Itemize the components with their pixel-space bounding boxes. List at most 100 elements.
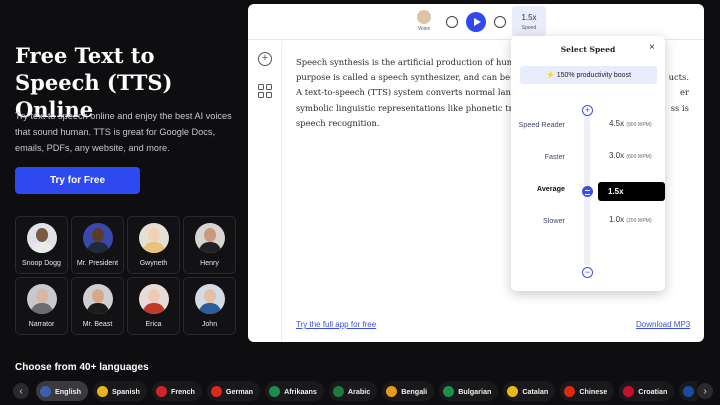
voice-name: Snoop Dogg <box>22 260 61 267</box>
speed-label: Speed <box>521 25 537 31</box>
selected-speed-value: 1.5x <box>598 182 665 201</box>
language-carousel: ‹ English Spanish French German Afrikaans Ara… <box>13 380 713 402</box>
language-label: Bulgarian <box>458 386 492 396</box>
text-line-visible: speech recognition. <box>296 117 380 128</box>
text-line-tail: ss is <box>670 102 689 113</box>
voice-grid: Snoop Dogg Mr. President Gwyneth Henry Narra… <box>15 216 236 335</box>
flag-icon <box>623 385 635 397</box>
language-pill[interactable]: French <box>151 381 202 401</box>
flag-icon <box>564 385 576 397</box>
speed-value-text: 4.5x <box>609 119 625 128</box>
voice-label: Voice <box>417 26 431 32</box>
speed-level-speed-reader[interactable]: Speed Reader <box>505 120 565 129</box>
text-line-tail: er <box>680 87 689 98</box>
avatar <box>138 284 169 314</box>
voice-name: Henry <box>200 260 219 267</box>
lightning-icon: ⚡ <box>545 72 555 79</box>
speed-button[interactable]: 1.5x Speed <box>512 6 546 36</box>
speed-level-slower[interactable]: Slower <box>505 216 565 225</box>
flag-icon <box>332 385 344 397</box>
language-label: German <box>225 386 254 396</box>
voice-name: Erica <box>145 321 162 328</box>
text-line-visible: A text-to-speech (TTS) system converts n… <box>296 87 527 98</box>
language-pill[interactable]: Catalan <box>503 381 556 401</box>
grid-icon[interactable] <box>258 84 272 98</box>
wpm-text: (900 WPM) <box>626 122 652 128</box>
voice-name: John <box>201 321 218 328</box>
text-line-visible: symbolic linguistic representations like… <box>296 102 533 113</box>
flag-icon <box>386 385 398 397</box>
speed-level-average[interactable]: Average <box>505 184 565 193</box>
language-pill[interactable]: Afrikaans <box>265 381 324 401</box>
speed-level-value[interactable]: 3.0x (600 WPM) <box>609 151 652 160</box>
text-line-visible: Speech synthesis is the artificial produ… <box>296 57 533 67</box>
voice-name: Mr. Beast <box>82 321 113 328</box>
voice-name: Narrator <box>28 321 55 328</box>
language-label: Catalan <box>522 386 549 396</box>
voice-name: Mr. President <box>76 260 119 267</box>
voice-card[interactable]: Mr. Beast <box>71 277 124 335</box>
flag-icon <box>155 385 167 397</box>
language-pill[interactable]: Croatian <box>619 381 675 401</box>
wpm-text: (200 WPM) <box>626 218 652 224</box>
language-pill[interactable]: Chinese <box>560 381 615 401</box>
language-label: French <box>170 386 195 396</box>
increase-speed-icon[interactable]: + <box>582 105 593 116</box>
flag-icon <box>507 385 519 397</box>
language-label: Croatian <box>638 386 668 396</box>
voice-card[interactable]: Snoop Dogg <box>15 216 68 274</box>
speed-level-value[interactable]: 4.5x (900 WPM) <box>609 119 652 128</box>
speed-slider-thumb[interactable] <box>582 186 593 197</box>
voice-card[interactable]: John <box>183 277 236 335</box>
language-pill[interactable]: Czech <box>679 381 697 401</box>
productivity-boost-badge: ⚡ 150% productivity boost <box>520 66 657 84</box>
voice-card[interactable]: Henry <box>183 216 236 274</box>
language-label: Afrikaans <box>284 386 317 396</box>
language-pill[interactable]: Bulgarian <box>439 381 499 401</box>
voice-name: Gwyneth <box>139 260 168 267</box>
language-pill[interactable]: Spanish <box>92 381 147 401</box>
chevron-right-icon[interactable]: › <box>697 383 713 399</box>
flag-icon <box>210 385 222 397</box>
speed-popup: Select Speed × ⚡ 150% productivity boost… <box>511 36 665 291</box>
avatar <box>194 284 225 314</box>
forward-icon[interactable] <box>494 16 506 28</box>
speed-level-faster[interactable]: Faster <box>505 152 565 161</box>
text-line-visible: purpose is called a speech synthesizer, … <box>296 72 532 83</box>
language-list: English Spanish French German Afrikaans Arabi… <box>36 381 697 401</box>
voice-card[interactable]: Gwyneth <box>127 216 180 274</box>
flag-icon <box>683 385 695 397</box>
voice-card[interactable]: Erica <box>127 277 180 335</box>
download-mp3-link[interactable]: Download MP3 <box>636 320 690 329</box>
language-pill[interactable]: Arabic <box>328 381 378 401</box>
voice-card[interactable]: Narrator <box>15 277 68 335</box>
avatar <box>26 223 57 253</box>
popup-title: Select Speed <box>560 45 616 54</box>
add-icon[interactable]: + <box>258 52 272 66</box>
rewind-icon[interactable] <box>446 16 458 28</box>
hero-description: Try text to speech online and enjoy the … <box>15 111 232 153</box>
speed-value: 1.5x <box>521 13 537 22</box>
voice-selector[interactable]: Voice <box>415 10 433 32</box>
voice-avatar <box>417 10 431 24</box>
speed-level-value[interactable]: 1.0x (200 WPM) <box>609 215 652 224</box>
close-icon[interactable]: × <box>649 42 655 53</box>
decrease-speed-icon[interactable]: − <box>582 267 593 278</box>
speed-value-text: 1.0x <box>609 215 625 224</box>
avatar <box>82 284 113 314</box>
voice-card[interactable]: Mr. President <box>71 216 124 274</box>
language-label: English <box>55 386 81 396</box>
flag-icon <box>96 385 108 397</box>
page: Free Text to Speech (TTS) Online Try tex… <box>0 0 720 405</box>
try-full-app-link[interactable]: Try the full app for free <box>296 320 376 329</box>
language-pill[interactable]: Bengali <box>382 381 435 401</box>
chevron-left-icon[interactable]: ‹ <box>13 383 29 399</box>
try-for-free-button[interactable]: Try for Free <box>15 167 140 194</box>
player-toolbar: Voice 1.5x Speed <box>248 4 704 40</box>
boost-label: 150% productivity boost <box>556 71 632 79</box>
language-label: Chinese <box>579 386 608 396</box>
language-pill[interactable]: German <box>206 381 261 401</box>
play-button[interactable] <box>466 12 486 32</box>
language-pill[interactable]: English <box>36 381 88 401</box>
flag-icon <box>443 385 455 397</box>
